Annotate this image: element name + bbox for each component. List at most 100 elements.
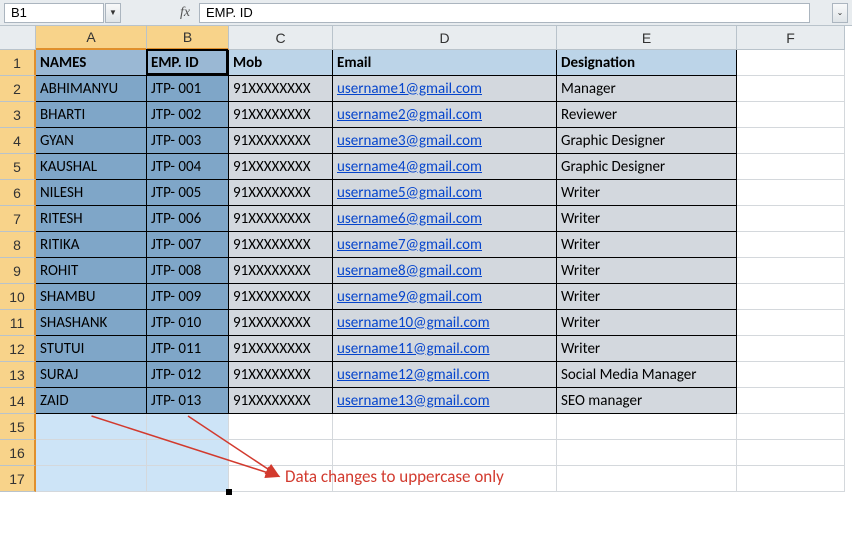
cell-D11[interactable]: username10@gmail.com bbox=[333, 310, 557, 336]
cell-B16[interactable] bbox=[147, 440, 229, 466]
cell-C12[interactable]: 91XXXXXXXX bbox=[229, 336, 333, 362]
cell-D15[interactable] bbox=[333, 414, 557, 440]
cell-F12[interactable] bbox=[737, 336, 845, 362]
cell-E13[interactable]: Social Media Manager bbox=[557, 362, 737, 388]
cell-F15[interactable] bbox=[737, 414, 845, 440]
column-header-A[interactable]: A bbox=[36, 26, 147, 50]
cell-F3[interactable] bbox=[737, 102, 845, 128]
cell-F11[interactable] bbox=[737, 310, 845, 336]
cell-F8[interactable] bbox=[737, 232, 845, 258]
select-all-corner[interactable] bbox=[0, 26, 36, 50]
cell-C15[interactable] bbox=[229, 414, 333, 440]
cell-C3[interactable]: 91XXXXXXXX bbox=[229, 102, 333, 128]
cell-D9[interactable]: username8@gmail.com bbox=[333, 258, 557, 284]
cell-E6[interactable]: Writer bbox=[557, 180, 737, 206]
row-header-1[interactable]: 1 bbox=[0, 50, 36, 76]
cell-A3[interactable]: BHARTI bbox=[36, 102, 147, 128]
cell-A2[interactable]: ABHIMANYU bbox=[36, 76, 147, 102]
cell-E10[interactable]: Writer bbox=[557, 284, 737, 310]
cell-B11[interactable]: JTP- 010 bbox=[147, 310, 229, 336]
cell-grid[interactable]: NAMESEMP. IDMobEmailDesignation ABHIMANYU… bbox=[36, 50, 845, 492]
cell-D6[interactable]: username5@gmail.com bbox=[333, 180, 557, 206]
cell-D16[interactable] bbox=[333, 440, 557, 466]
name-box[interactable]: B1 bbox=[4, 3, 104, 23]
cell-B6[interactable]: JTP- 005 bbox=[147, 180, 229, 206]
cell-D2[interactable]: username1@gmail.com bbox=[333, 76, 557, 102]
cell-B1[interactable]: EMP. ID bbox=[147, 50, 229, 76]
formula-bar-expand[interactable]: ⌄ bbox=[832, 3, 848, 23]
row-header-10[interactable]: 10 bbox=[0, 284, 36, 310]
cell-C16[interactable] bbox=[229, 440, 333, 466]
cell-A6[interactable]: NILESH bbox=[36, 180, 147, 206]
column-header-D[interactable]: D bbox=[333, 26, 557, 50]
row-header-8[interactable]: 8 bbox=[0, 232, 36, 258]
cell-C11[interactable]: 91XXXXXXXX bbox=[229, 310, 333, 336]
cell-D13[interactable]: username12@gmail.com bbox=[333, 362, 557, 388]
cell-D3[interactable]: username2@gmail.com bbox=[333, 102, 557, 128]
cell-C1[interactable]: Mob bbox=[229, 50, 333, 76]
column-header-C[interactable]: C bbox=[229, 26, 333, 50]
cell-A17[interactable] bbox=[36, 466, 147, 492]
row-header-4[interactable]: 4 bbox=[0, 128, 36, 154]
row-header-11[interactable]: 11 bbox=[0, 310, 36, 336]
cell-B17[interactable] bbox=[147, 466, 229, 492]
cell-F2[interactable] bbox=[737, 76, 845, 102]
cell-E9[interactable]: Writer bbox=[557, 258, 737, 284]
cell-B14[interactable]: JTP- 013 bbox=[147, 388, 229, 414]
cell-E5[interactable]: Graphic Designer bbox=[557, 154, 737, 180]
fx-icon[interactable]: fx bbox=[173, 5, 197, 21]
row-header-12[interactable]: 12 bbox=[0, 336, 36, 362]
cell-C13[interactable]: 91XXXXXXXX bbox=[229, 362, 333, 388]
cell-C9[interactable]: 91XXXXXXXX bbox=[229, 258, 333, 284]
cell-F4[interactable] bbox=[737, 128, 845, 154]
cell-C8[interactable]: 91XXXXXXXX bbox=[229, 232, 333, 258]
row-header-14[interactable]: 14 bbox=[0, 388, 36, 414]
cell-A4[interactable]: GYAN bbox=[36, 128, 147, 154]
cell-C10[interactable]: 91XXXXXXXX bbox=[229, 284, 333, 310]
cell-B10[interactable]: JTP- 009 bbox=[147, 284, 229, 310]
cell-B9[interactable]: JTP- 008 bbox=[147, 258, 229, 284]
cell-B12[interactable]: JTP- 011 bbox=[147, 336, 229, 362]
cell-F16[interactable] bbox=[737, 440, 845, 466]
column-header-E[interactable]: E bbox=[557, 26, 737, 50]
row-header-9[interactable]: 9 bbox=[0, 258, 36, 284]
cell-D4[interactable]: username3@gmail.com bbox=[333, 128, 557, 154]
cell-E3[interactable]: Reviewer bbox=[557, 102, 737, 128]
cell-E1[interactable]: Designation bbox=[557, 50, 737, 76]
cell-B8[interactable]: JTP- 007 bbox=[147, 232, 229, 258]
cell-B15[interactable] bbox=[147, 414, 229, 440]
cell-F7[interactable] bbox=[737, 206, 845, 232]
cell-E12[interactable]: Writer bbox=[557, 336, 737, 362]
cell-B7[interactable]: JTP- 006 bbox=[147, 206, 229, 232]
cell-B5[interactable]: JTP- 004 bbox=[147, 154, 229, 180]
cell-F17[interactable] bbox=[737, 466, 845, 492]
cell-D7[interactable]: username6@gmail.com bbox=[333, 206, 557, 232]
row-header-2[interactable]: 2 bbox=[0, 76, 36, 102]
cell-F1[interactable] bbox=[737, 50, 845, 76]
cell-A13[interactable]: SURAJ bbox=[36, 362, 147, 388]
cell-F13[interactable] bbox=[737, 362, 845, 388]
row-header-5[interactable]: 5 bbox=[0, 154, 36, 180]
cell-A16[interactable] bbox=[36, 440, 147, 466]
formula-bar-input[interactable]: EMP. ID bbox=[199, 3, 810, 23]
cell-D1[interactable]: Email bbox=[333, 50, 557, 76]
cell-E16[interactable] bbox=[557, 440, 737, 466]
row-header-15[interactable]: 15 bbox=[0, 414, 36, 440]
cell-A5[interactable]: KAUSHAL bbox=[36, 154, 147, 180]
cell-C7[interactable]: 91XXXXXXXX bbox=[229, 206, 333, 232]
cell-E7[interactable]: Writer bbox=[557, 206, 737, 232]
cell-A1[interactable]: NAMES bbox=[36, 50, 147, 76]
cell-A15[interactable] bbox=[36, 414, 147, 440]
row-header-3[interactable]: 3 bbox=[0, 102, 36, 128]
cell-D10[interactable]: username9@gmail.com bbox=[333, 284, 557, 310]
cell-D14[interactable]: username13@gmail.com bbox=[333, 388, 557, 414]
cell-C14[interactable]: 91XXXXXXXX bbox=[229, 388, 333, 414]
cell-A11[interactable]: SHASHANK bbox=[36, 310, 147, 336]
cell-D5[interactable]: username4@gmail.com bbox=[333, 154, 557, 180]
cell-F14[interactable] bbox=[737, 388, 845, 414]
cell-C6[interactable]: 91XXXXXXXX bbox=[229, 180, 333, 206]
cell-E2[interactable]: Manager bbox=[557, 76, 737, 102]
row-header-16[interactable]: 16 bbox=[0, 440, 36, 466]
column-header-F[interactable]: F bbox=[737, 26, 845, 50]
cell-D8[interactable]: username7@gmail.com bbox=[333, 232, 557, 258]
